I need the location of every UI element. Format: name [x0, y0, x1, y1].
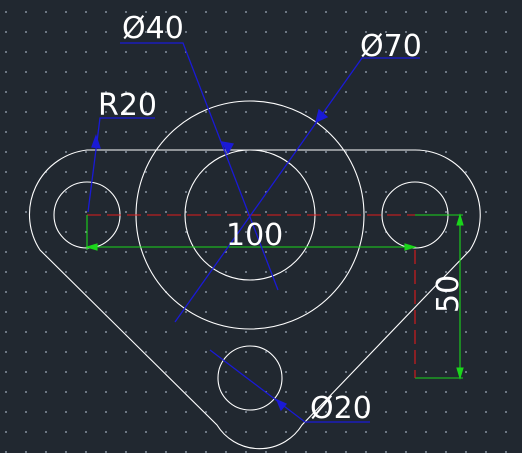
dim-text-dia20: Ø20: [310, 391, 372, 426]
cad-drawing: Ø40 Ø70 R20 100 Ø20 50: [28, 11, 481, 450]
dim-text-50: 50: [431, 275, 466, 313]
leader-dia70[interactable]: [174, 57, 420, 323]
leader-dia20-arrow: [275, 398, 288, 412]
dim-50-arrow-top: [456, 213, 464, 226]
dim-text-dia70: Ø70: [360, 29, 422, 64]
dim-text-dia40: Ø40: [122, 11, 184, 46]
dim-text-100: 100: [226, 218, 283, 253]
dim-50-arrow-bottom: [456, 367, 464, 380]
part-geometry: [28, 100, 481, 450]
bottom-hole-circle[interactable]: [217, 345, 283, 411]
cad-drawing-canvas[interactable]: Ø40 Ø70 R20 100 Ø20 50: [0, 0, 522, 453]
leader-r20-arrow: [91, 134, 101, 149]
dim-100-arrow-left: [85, 243, 98, 251]
dim-100-arrow-right: [404, 243, 417, 251]
leader-dia70-arrow: [315, 108, 329, 124]
part-outline[interactable]: [28, 149, 481, 450]
dim-text-r20: R20: [98, 88, 157, 123]
leader-r20[interactable]: [87, 117, 155, 213]
